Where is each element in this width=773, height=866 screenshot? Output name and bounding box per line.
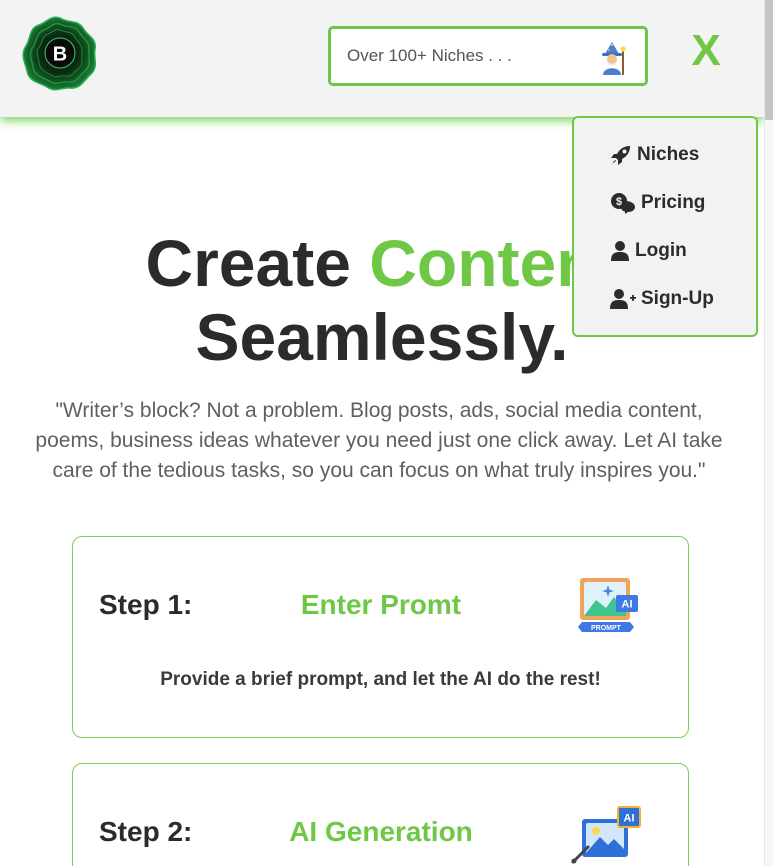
step-card-2: Step 2: AI Generation AI <box>72 763 689 866</box>
nav-dropdown-menu: Niches $ Pricing Login Sign-Up <box>572 116 758 337</box>
brand-logo[interactable]: B <box>21 16 99 91</box>
step-title: AI Generation <box>289 816 473 847</box>
menu-item-signup[interactable]: Sign-Up <box>610 285 714 313</box>
svg-text:PROMPT: PROMPT <box>591 625 622 632</box>
niche-search-input[interactable] <box>331 29 591 83</box>
menu-item-label: Niches <box>637 144 700 165</box>
step-card-1: Step 1: Enter Promt AI PROMPT Provide a … <box>72 536 689 738</box>
close-menu-button[interactable]: X <box>686 28 726 74</box>
user-plus-icon <box>610 289 636 309</box>
step-label: Step 2: <box>99 816 193 847</box>
ai-generation-image-icon: AI <box>571 806 641 864</box>
rocket-icon <box>611 146 630 165</box>
top-navbar: B X <box>0 0 764 117</box>
svg-text:AI: AI <box>624 813 635 825</box>
menu-item-label: Sign-Up <box>641 288 714 309</box>
niche-search-box <box>328 26 648 86</box>
step-description: Provide a brief prompt, and let the AI d… <box>160 669 601 690</box>
menu-item-label: Login <box>635 240 687 261</box>
menu-item-label: Pricing <box>641 192 706 213</box>
user-icon <box>611 241 629 261</box>
logo-swirl-icon: B <box>22 16 97 91</box>
ai-prompt-image-icon: AI PROMPT <box>578 578 638 632</box>
step-title: Enter Promt <box>300 589 462 620</box>
wizard-icon[interactable] <box>597 41 627 75</box>
page-scrollbar-thumb[interactable] <box>765 0 773 120</box>
menu-item-niches[interactable]: Niches <box>610 141 699 169</box>
hero-description: "Writer’s block? Not a problem. Blog pos… <box>35 399 723 482</box>
coins-chat-icon: $ <box>611 193 635 214</box>
svg-text:AI: AI <box>622 599 633 611</box>
page-scrollbar[interactable] <box>764 0 773 866</box>
step-label: Step 1: <box>99 589 193 620</box>
logo-letter: B <box>53 44 67 66</box>
menu-item-login[interactable]: Login <box>610 237 687 265</box>
menu-item-pricing[interactable]: $ Pricing <box>610 189 705 217</box>
